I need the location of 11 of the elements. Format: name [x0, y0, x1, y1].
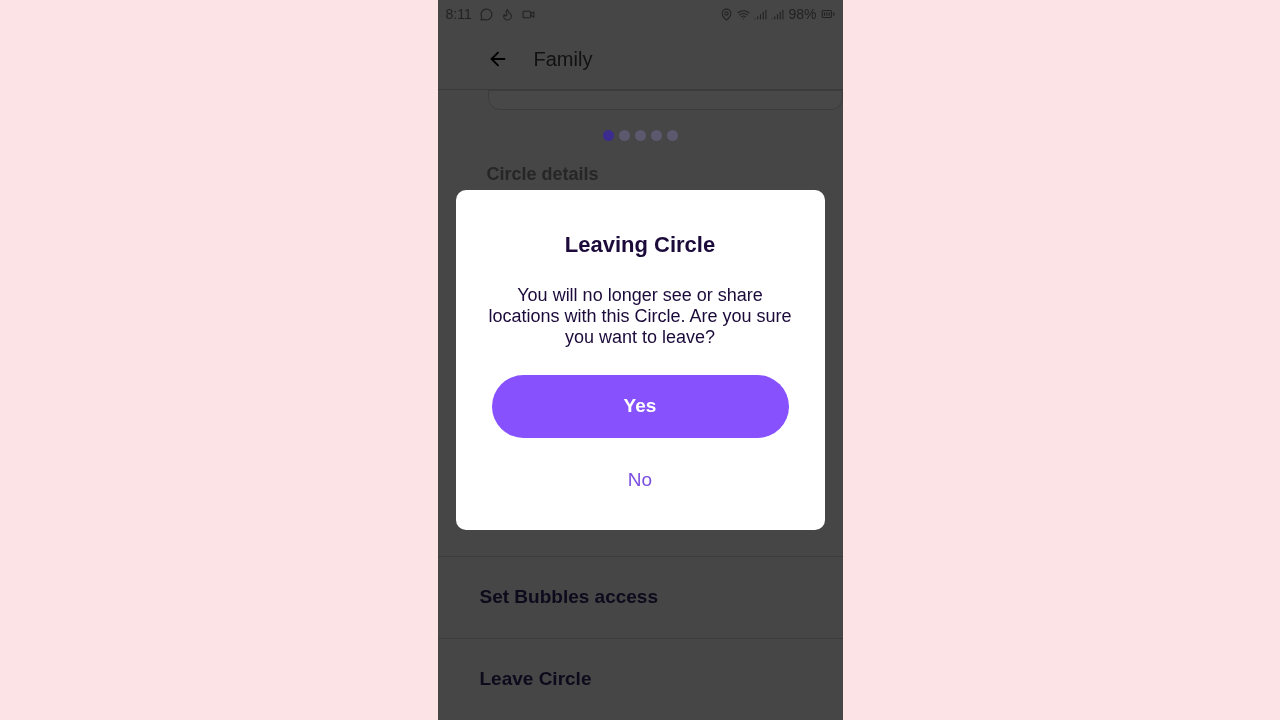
location-icon [720, 7, 734, 21]
chat-icon [479, 7, 493, 21]
battery-icon [820, 7, 835, 21]
yes-button[interactable]: Yes [491, 375, 789, 438]
no-button[interactable]: No [619, 466, 661, 495]
signal-icon [754, 7, 768, 21]
dialog-title: Leaving Circle [564, 231, 716, 259]
wifi-icon [737, 7, 751, 21]
dialog-message: You will no longer see or share locations with this Circle. Are you sure you want to leave? [487, 285, 793, 348]
flame-icon [500, 7, 514, 21]
signal-icon [771, 7, 785, 21]
